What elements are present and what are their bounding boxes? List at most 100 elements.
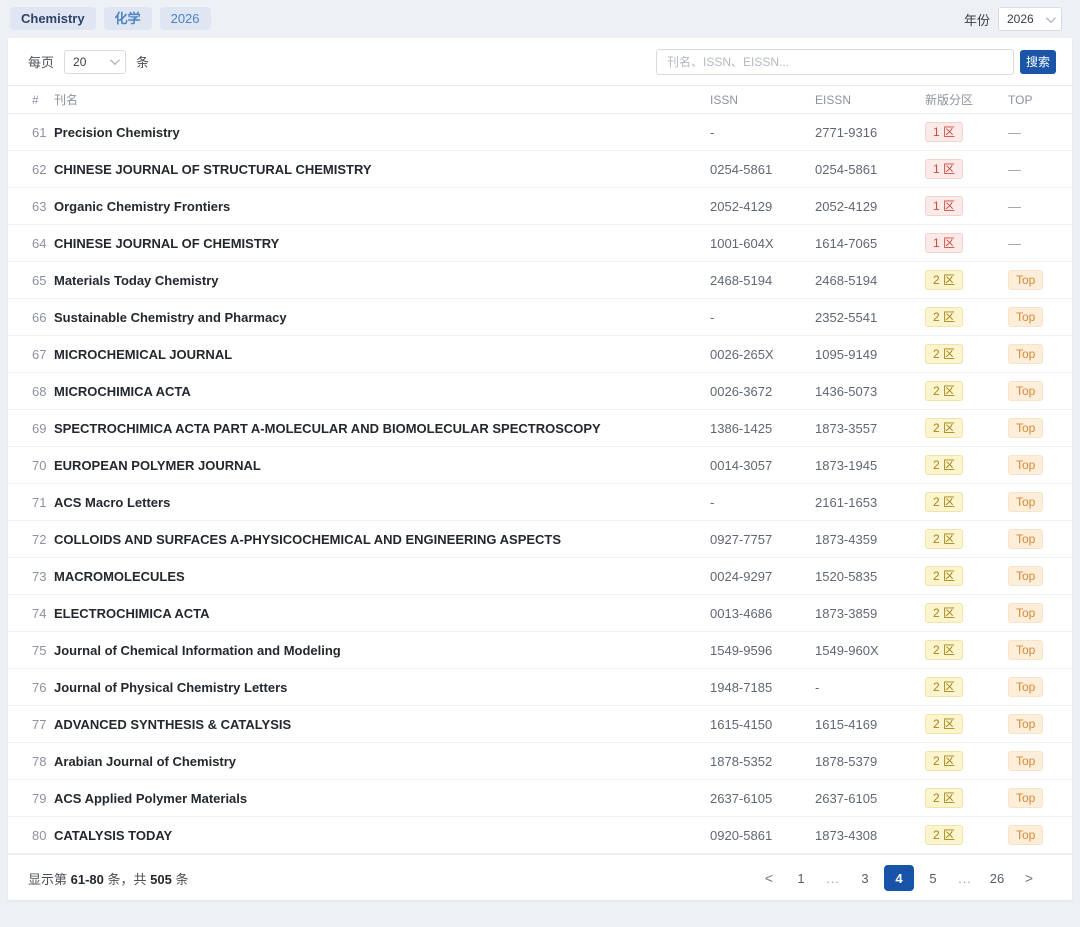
tab-chemistry-cn[interactable]: 化学 — [104, 7, 152, 30]
per-page-label: 每页 — [28, 52, 54, 71]
journal-name[interactable]: COLLOIDS AND SURFACES A-PHYSICOCHEMICAL … — [54, 521, 710, 558]
journal-name[interactable]: MICROCHEMICAL JOURNAL — [54, 336, 710, 373]
row-number: 75 — [8, 632, 54, 669]
summary-suffix: 条 — [175, 872, 188, 887]
issn-value: 0026-265X — [710, 336, 815, 373]
zone-badge: 2 区 — [925, 714, 963, 734]
zone-badge: 2 区 — [925, 381, 963, 401]
journal-name[interactable]: CATALYSIS TODAY — [54, 817, 710, 854]
chevron-down-icon — [1046, 13, 1056, 23]
zone-badge: 2 区 — [925, 825, 963, 845]
table-header-row: # 刊名 ISSN EISSN 新版分区 TOP — [8, 86, 1072, 114]
tab-year-2026[interactable]: 2026 — [160, 7, 211, 30]
journal-name[interactable]: Journal of Chemical Information and Mode… — [54, 632, 710, 669]
zone-badge: 2 区 — [925, 418, 963, 438]
top-badge: Top — [1008, 788, 1043, 808]
table-row: 68MICROCHIMICA ACTA0026-36721436-50732 区… — [8, 373, 1072, 410]
pagination-page-5[interactable]: 5 — [920, 865, 946, 891]
journal-name[interactable]: ACS Macro Letters — [54, 484, 710, 521]
journal-name[interactable]: Organic Chemistry Frontiers — [54, 188, 710, 225]
per-page-control: 每页 20 条 — [28, 50, 149, 74]
pagination: <1...345...26> — [756, 865, 1042, 891]
issn-value: 1878-5352 — [710, 743, 815, 780]
journal-name[interactable]: EUROPEAN POLYMER JOURNAL — [54, 447, 710, 484]
pagination-ellipsis: ... — [952, 865, 978, 891]
zone-badge: 2 区 — [925, 751, 963, 771]
zone-badge: 2 区 — [925, 307, 963, 327]
top-dash: — — [1008, 125, 1021, 140]
top-cell: Top — [1008, 336, 1072, 373]
table-row: 65Materials Today Chemistry2468-51942468… — [8, 262, 1072, 299]
top-cell: Top — [1008, 262, 1072, 299]
table-row: 63Organic Chemistry Frontiers2052-412920… — [8, 188, 1072, 225]
chevron-down-icon — [110, 55, 120, 65]
pagination-ellipsis: ... — [820, 865, 846, 891]
zone-cell: 2 区 — [925, 484, 1008, 521]
journal-name[interactable]: ADVANCED SYNTHESIS & CATALYSIS — [54, 706, 710, 743]
top-cell: — — [1008, 225, 1072, 262]
top-cell: Top — [1008, 558, 1072, 595]
pagination-next-icon[interactable]: > — [1016, 865, 1042, 891]
journal-name[interactable]: Arabian Journal of Chemistry — [54, 743, 710, 780]
eissn-value: 1873-4359 — [815, 521, 925, 558]
table-row: 71ACS Macro Letters-2161-16532 区Top — [8, 484, 1072, 521]
zone-badge: 1 区 — [925, 159, 963, 179]
journal-name[interactable]: Sustainable Chemistry and Pharmacy — [54, 299, 710, 336]
table-row: 73MACROMOLECULES0024-92971520-58352 区Top — [8, 558, 1072, 595]
tab-chemistry[interactable]: Chemistry — [10, 7, 96, 30]
zone-cell: 2 区 — [925, 521, 1008, 558]
top-badge: Top — [1008, 603, 1043, 623]
journal-name[interactable]: Precision Chemistry — [54, 114, 710, 151]
top-badge: Top — [1008, 714, 1043, 734]
zone-cell: 2 区 — [925, 595, 1008, 632]
eissn-value: 1873-3859 — [815, 595, 925, 632]
zone-cell: 2 区 — [925, 817, 1008, 854]
issn-value: - — [710, 114, 815, 151]
journal-name[interactable]: MICROCHIMICA ACTA — [54, 373, 710, 410]
journal-name[interactable]: Journal of Physical Chemistry Letters — [54, 669, 710, 706]
table-row: 79ACS Applied Polymer Materials2637-6105… — [8, 780, 1072, 817]
column-header-eissn: EISSN — [815, 86, 925, 114]
row-number: 68 — [8, 373, 54, 410]
zone-badge: 2 区 — [925, 344, 963, 364]
journal-name[interactable]: ACS Applied Polymer Materials — [54, 780, 710, 817]
eissn-value: 1873-1945 — [815, 447, 925, 484]
eissn-value: 2468-5194 — [815, 262, 925, 299]
issn-value: 0014-3057 — [710, 447, 815, 484]
search-input[interactable] — [656, 49, 1014, 75]
journal-name[interactable]: SPECTROCHIMICA ACTA PART A-MOLECULAR AND… — [54, 410, 710, 447]
zone-badge: 2 区 — [925, 492, 963, 512]
per-page-select[interactable]: 20 — [64, 50, 126, 74]
top-badge: Top — [1008, 751, 1043, 771]
journal-name[interactable]: Materials Today Chemistry — [54, 262, 710, 299]
journal-table-card: 每页 20 条 搜索 # 刊名 ISSN EISSN 新版分区 TOP — [8, 38, 1072, 900]
pagination-page-4[interactable]: 4 — [884, 865, 914, 891]
eissn-value: 1436-5073 — [815, 373, 925, 410]
journal-name[interactable]: CHINESE JOURNAL OF STRUCTURAL CHEMISTRY — [54, 151, 710, 188]
journal-name[interactable]: ELECTROCHIMICA ACTA — [54, 595, 710, 632]
row-number: 76 — [8, 669, 54, 706]
table-footer: 显示第 61-80 条，共 505 条 <1...345...26> — [8, 854, 1072, 901]
eissn-value: 2637-6105 — [815, 780, 925, 817]
table-row: 61Precision Chemistry-2771-93161 区— — [8, 114, 1072, 151]
pagination-page-1[interactable]: 1 — [788, 865, 814, 891]
pagination-prev-icon[interactable]: < — [756, 865, 782, 891]
issn-value: 1615-4150 — [710, 706, 815, 743]
search-button[interactable]: 搜索 — [1020, 50, 1056, 74]
row-number: 66 — [8, 299, 54, 336]
pagination-page-3[interactable]: 3 — [852, 865, 878, 891]
journal-name[interactable]: MACROMOLECULES — [54, 558, 710, 595]
top-badge: Top — [1008, 677, 1043, 697]
table-row: 72COLLOIDS AND SURFACES A-PHYSICOCHEMICA… — [8, 521, 1072, 558]
zone-cell: 1 区 — [925, 225, 1008, 262]
year-select[interactable]: 2026 — [998, 7, 1062, 31]
pagination-page-26[interactable]: 26 — [984, 865, 1010, 891]
table-row: 77ADVANCED SYNTHESIS & CATALYSIS1615-415… — [8, 706, 1072, 743]
issn-value: 2052-4129 — [710, 188, 815, 225]
journal-name[interactable]: CHINESE JOURNAL OF CHEMISTRY — [54, 225, 710, 262]
zone-badge: 2 区 — [925, 566, 963, 586]
top-cell: Top — [1008, 373, 1072, 410]
zone-cell: 2 区 — [925, 410, 1008, 447]
table-row: 62CHINESE JOURNAL OF STRUCTURAL CHEMISTR… — [8, 151, 1072, 188]
top-cell: Top — [1008, 595, 1072, 632]
